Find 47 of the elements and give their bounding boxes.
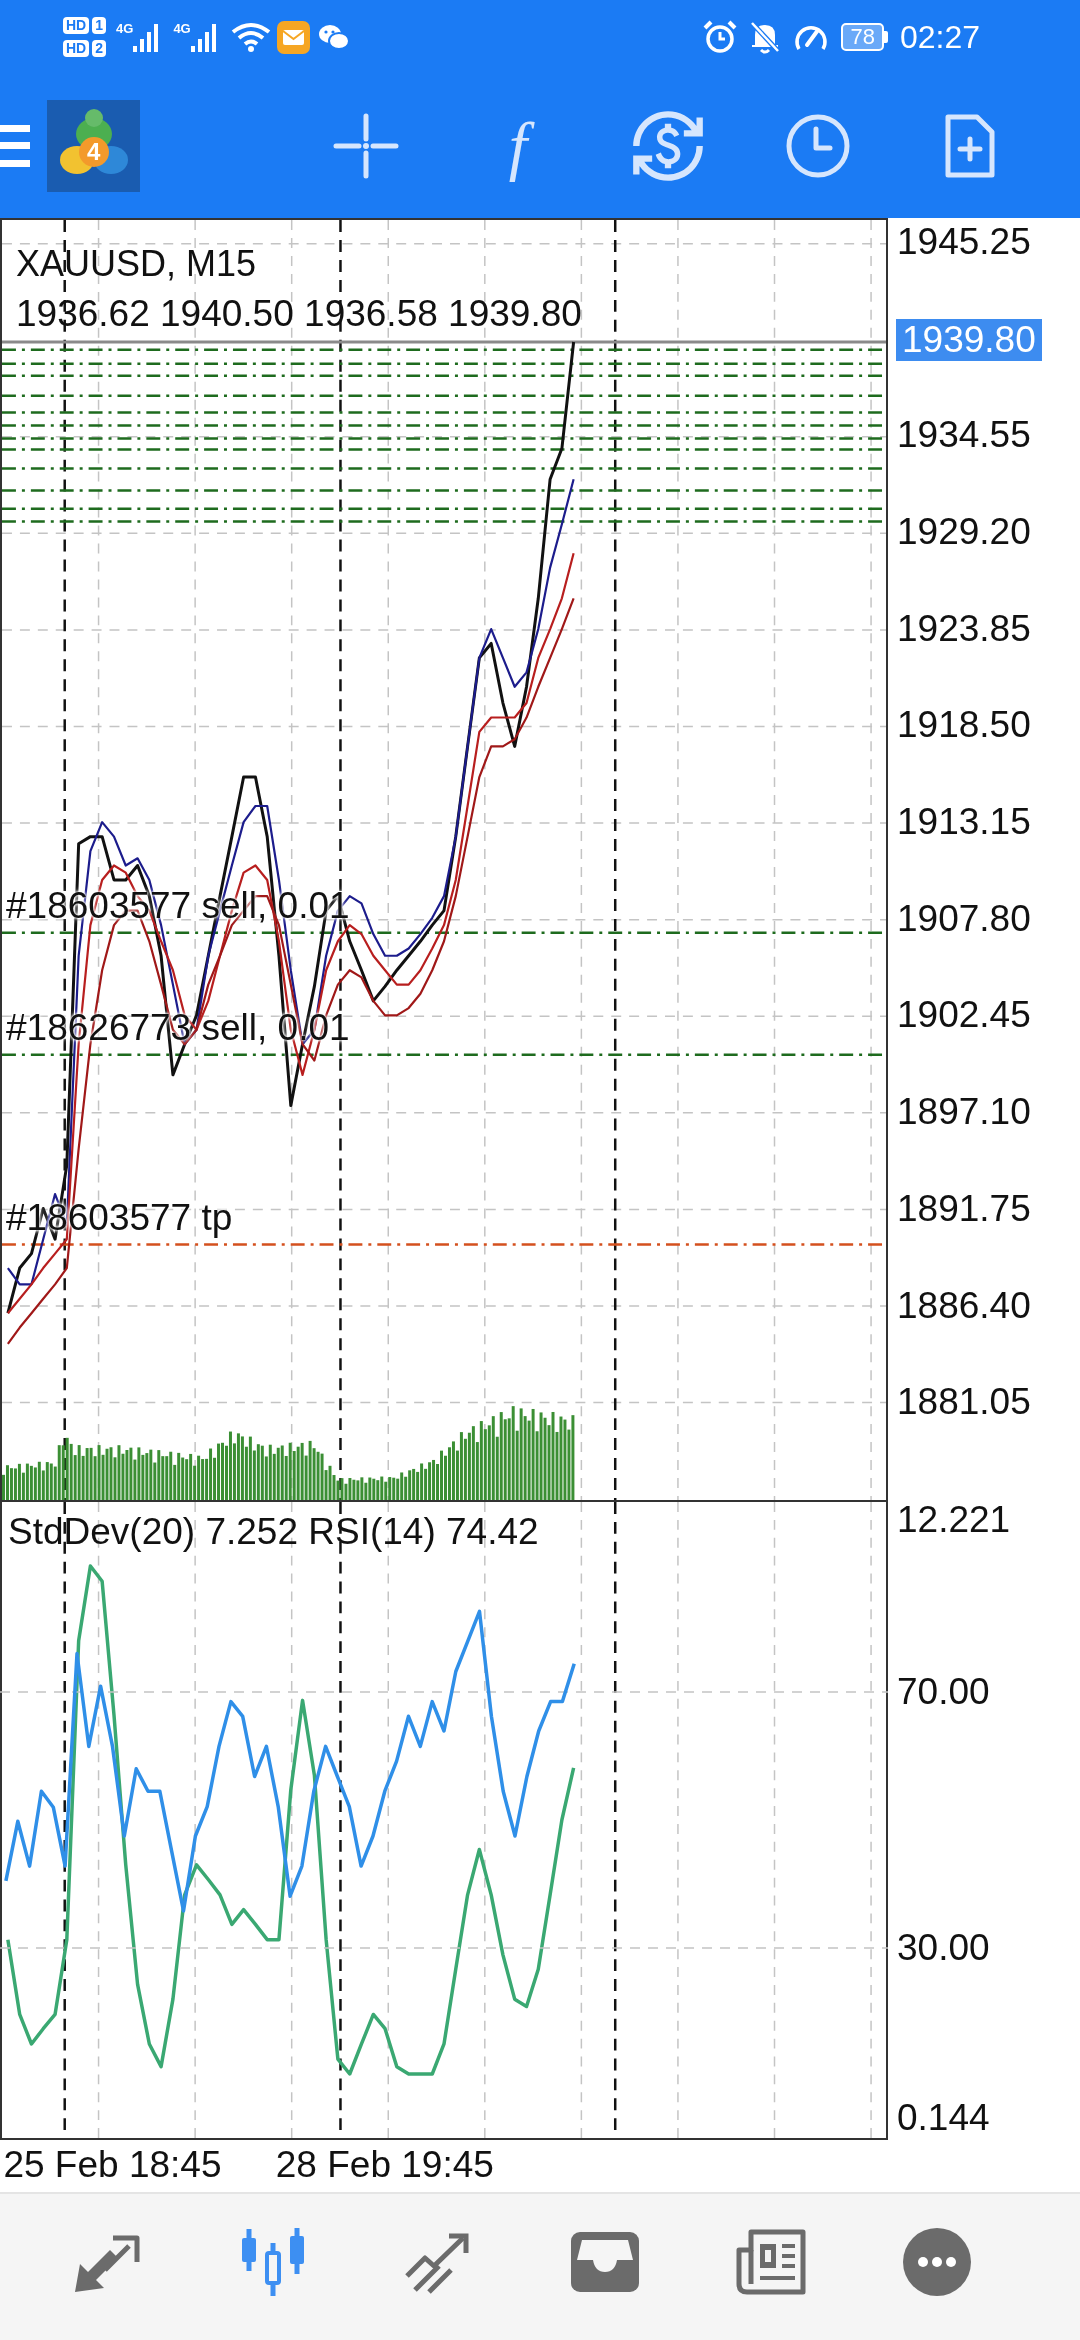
price-axis-label: 1886.40 (897, 1285, 1031, 1326)
file-plus-icon (943, 112, 997, 180)
clock-icon (785, 113, 851, 179)
indicator-axis-label: 0.144 (897, 2097, 990, 2138)
price-axis-label: 1907.80 (897, 898, 1031, 939)
price-axis-label: 1913.15 (897, 802, 1031, 842)
price-axis-label: 1897.10 (897, 1092, 1031, 1133)
mail-app-icon (276, 20, 310, 54)
bell-off-icon (749, 20, 782, 54)
ohlc-values: 1936.62 1940.50 1936.58 1939.80 (16, 294, 582, 334)
indicator-title: StdDev(20) 7.252 RSI(14) 74.42 (8, 1512, 539, 1552)
battery-indicator: 78 (841, 23, 888, 51)
network-type-label: 4G (173, 22, 191, 35)
sim-slot-badge: 1 (92, 17, 107, 34)
currency-exchange-icon (630, 108, 706, 184)
price-axis-label: 1929.20 (897, 511, 1031, 552)
price-axis-label: 1891.75 (897, 1188, 1031, 1229)
inbox-tray-icon (569, 2230, 641, 2294)
chat-bubbles-icon (317, 23, 350, 51)
price-axis-label: 1918.50 (897, 705, 1031, 746)
alarm-clock-icon (703, 20, 738, 54)
price-axis-label: 1923.85 (897, 608, 1031, 649)
chat-dots-icon (901, 2226, 973, 2298)
menu-icon (0, 125, 30, 167)
logo-digit: 4 (87, 139, 101, 165)
time-axis-label: 25 Feb 18:45 (3, 2145, 222, 2185)
crosshair-icon (333, 113, 399, 179)
status-time: 02:27 (899, 21, 980, 53)
wifi-icon (230, 22, 271, 52)
hd-badge: HD (63, 17, 90, 34)
indicator-axis-label: 30.00 (897, 1928, 990, 1968)
menu-button[interactable] (0, 125, 30, 167)
price-axis-label: 1934.55 (897, 415, 1031, 456)
app-logo-icon (47, 100, 140, 192)
indicators-button[interactable]: f (493, 110, 543, 182)
newspaper-icon (735, 2228, 807, 2296)
chart-title: XAUUSD, M15 (16, 244, 258, 284)
price-axis-label: 1902.45 (897, 995, 1031, 1036)
network-type-label: 4G (116, 22, 134, 35)
sim-slot-badge: 2 (92, 40, 107, 57)
time-axis-label: 28 Feb 19:45 (275, 2145, 494, 2185)
price-axis-label: 1945.25 (897, 221, 1031, 262)
indicator-axis-label: 12.221 (897, 1500, 1011, 1540)
indicator-axis-label: 70.00 (897, 1672, 990, 1712)
price-axis-label: 1881.05 (897, 1382, 1031, 1423)
current-price-tag: 1939.80 (896, 319, 1042, 362)
hd-badge: HD (63, 40, 90, 57)
